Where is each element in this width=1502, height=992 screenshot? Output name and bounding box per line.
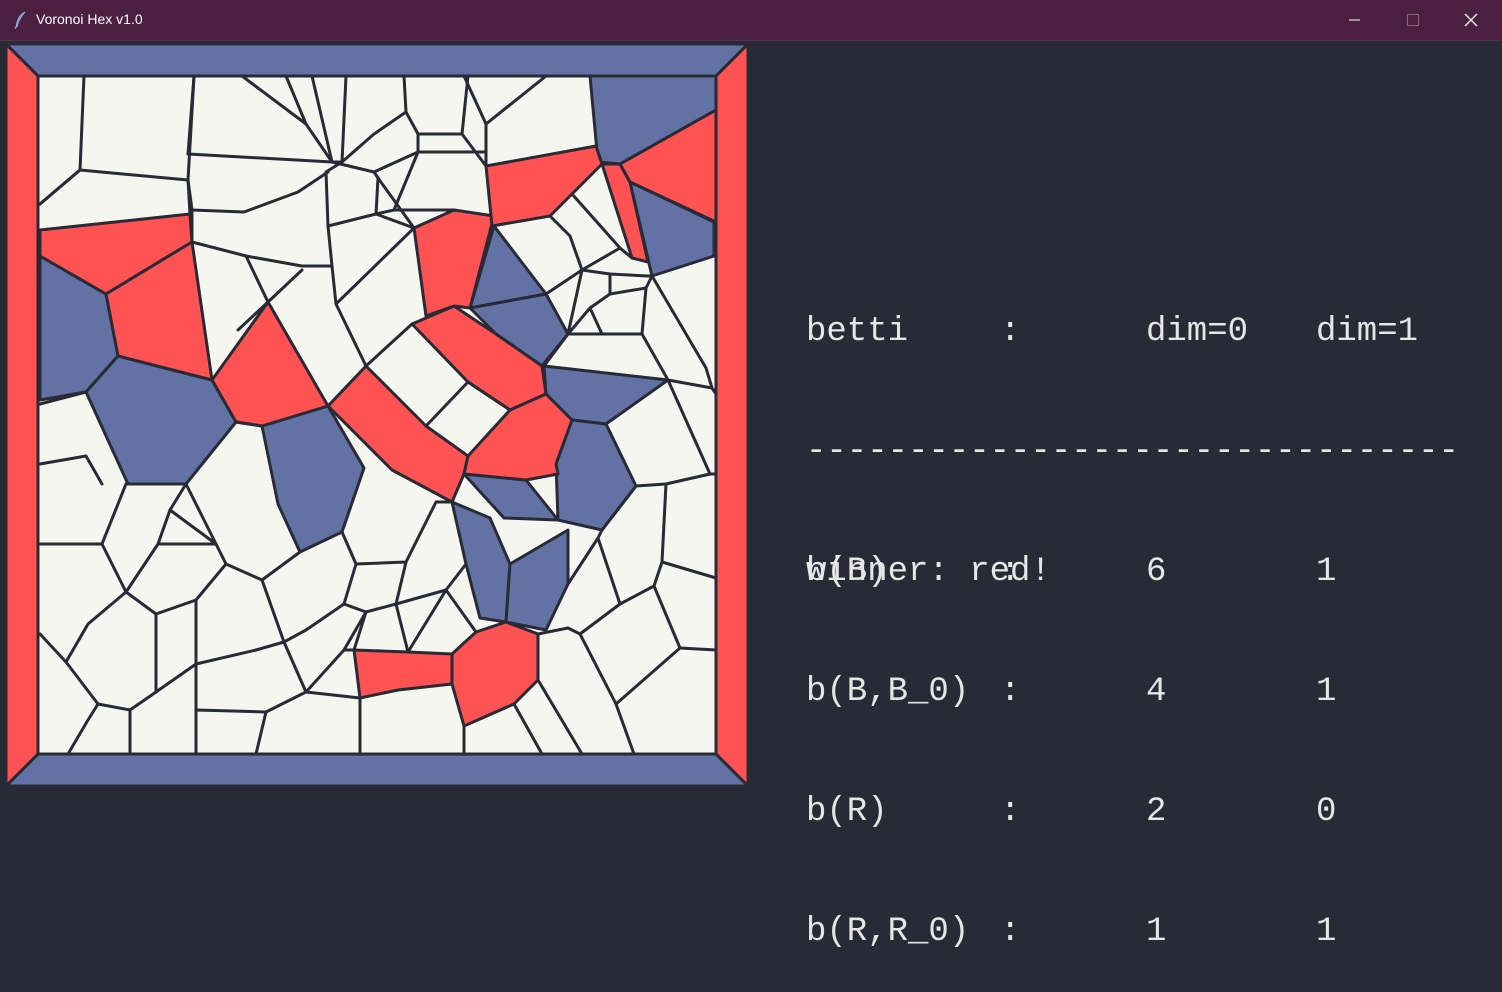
row-dim0: 2 — [1146, 793, 1167, 831]
table-row: b(R,R_0): 1 1 — [806, 912, 1459, 952]
feather-icon — [14, 11, 26, 29]
header-dim1: dim=1 — [1316, 313, 1419, 351]
table-row: b(B,B_0): 4 1 — [806, 672, 1459, 712]
maximize-button[interactable] — [1384, 0, 1442, 40]
row-dim1: 1 — [1316, 673, 1337, 711]
row-sep: : — [1000, 913, 1021, 951]
close-button[interactable] — [1442, 0, 1500, 40]
row-dim1: 1 — [1316, 553, 1337, 591]
red-border-left — [4, 40, 40, 790]
blue-border-bottom — [2, 752, 752, 788]
close-icon — [1464, 13, 1478, 27]
table-separator: -------------------------------- — [806, 433, 1459, 471]
row-dim0: 1 — [1146, 913, 1167, 951]
row-dim0: 4 — [1146, 673, 1167, 711]
header-sep: : — [1000, 313, 1021, 351]
blue-border-top — [2, 42, 752, 78]
table-header: betti: dim=0 dim=1 — [806, 312, 1459, 352]
table-row: b(R): 2 0 — [806, 792, 1459, 832]
minimize-icon — [1349, 19, 1360, 21]
cell-edge — [374, 176, 380, 216]
title-bar: Voronoi Hex v1.0 — [0, 0, 1502, 41]
row-sep: : — [1000, 673, 1021, 711]
row-label: b(B,B_0) — [806, 673, 970, 711]
maximize-icon — [1407, 14, 1419, 26]
row-dim1: 1 — [1316, 913, 1337, 951]
row-sep: : — [1000, 793, 1021, 831]
winner-text: winner: red! — [806, 553, 1051, 591]
voronoi-board[interactable] — [2, 40, 752, 790]
minimize-button[interactable] — [1326, 0, 1384, 40]
game-board[interactable] — [2, 40, 752, 790]
row-label: b(R) — [806, 793, 888, 831]
row-label: b(R,R_0) — [806, 913, 970, 951]
red-border-right — [714, 40, 750, 790]
window-title: Voronoi Hex v1.0 — [36, 11, 143, 27]
header-label: betti — [806, 313, 909, 351]
row-dim0: 6 — [1146, 553, 1167, 591]
row-dim1: 0 — [1316, 793, 1337, 831]
betti-table: betti: dim=0 dim=1 -----------------------… — [806, 232, 1459, 992]
header-dim0: dim=0 — [1146, 313, 1249, 351]
